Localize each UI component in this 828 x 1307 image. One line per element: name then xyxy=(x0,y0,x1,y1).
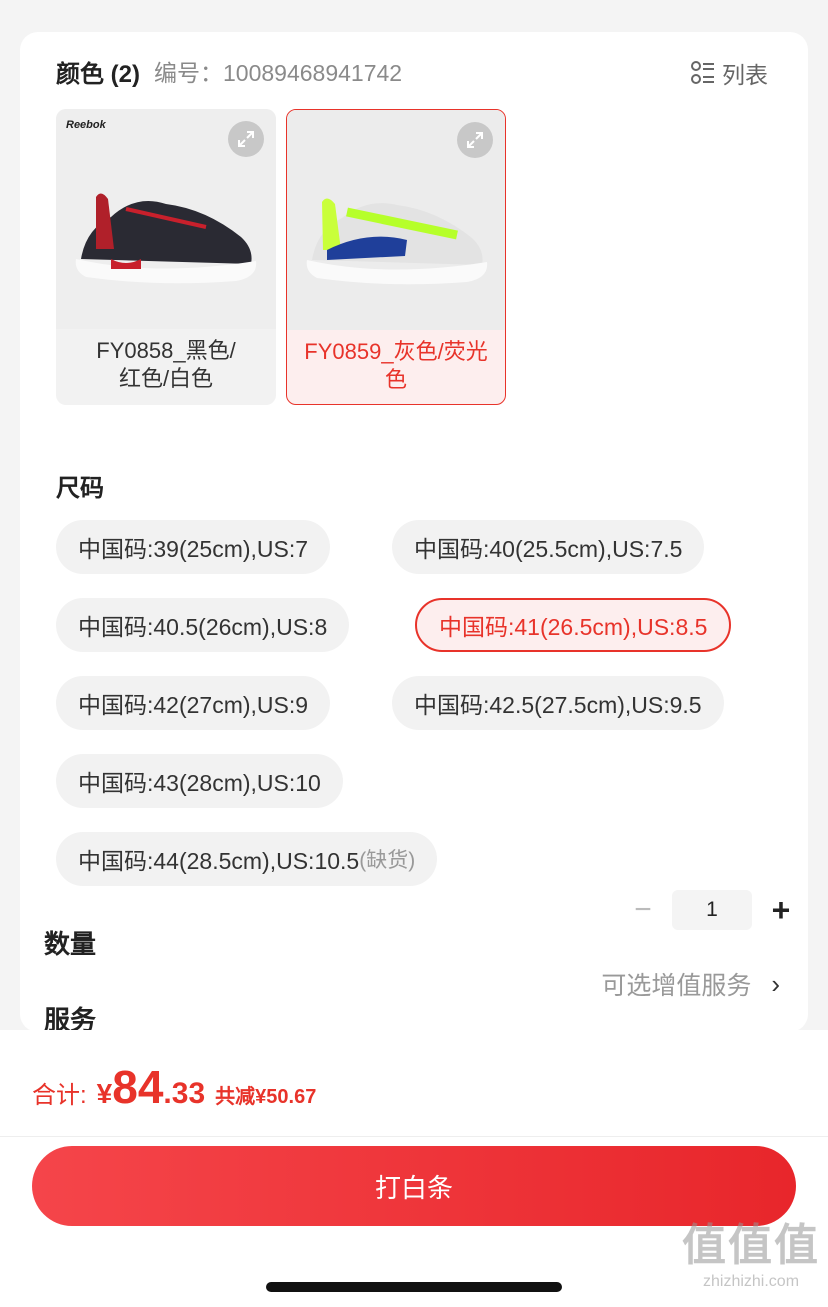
size-option-40[interactable]: 中国码:40(25.5cm),US:7.5 xyxy=(392,520,705,574)
quantity-label: 数量 xyxy=(44,929,97,959)
service-selector[interactable]: 可选增值服务 › xyxy=(601,966,780,1002)
service-value: 可选增值服务 xyxy=(601,972,752,1000)
pay-with-baitiao-button[interactable]: 打白条 xyxy=(32,1146,796,1226)
size-option-40-5[interactable]: 中国码:40.5(26cm),US:8 xyxy=(56,598,350,652)
color-option-label: FY0859_灰色/荧光 色 xyxy=(304,339,488,392)
size-option-42-5[interactable]: 中国码:42.5(27.5cm),US:9.5 xyxy=(392,676,724,730)
increase-quantity-button[interactable]: + xyxy=(766,892,796,929)
discount-text: 共减¥50.67 xyxy=(215,1086,317,1108)
currency-symbol: ¥ xyxy=(96,1078,113,1109)
list-icon xyxy=(691,61,714,84)
color-option-grey-neon[interactable]: FY0859_灰色/荧光 色 xyxy=(286,109,506,405)
quantity-stepper: − 1 + xyxy=(628,890,796,930)
watermark: 值值值 zhizhizhi.com xyxy=(682,1220,820,1292)
price-integer: 84 xyxy=(112,1061,164,1113)
expand-image-button[interactable] xyxy=(228,121,264,157)
size-option-39[interactable]: 中国码:39(25cm),US:7 xyxy=(56,520,331,574)
size-option-41[interactable]: 中国码:41(26.5cm),US:8.5 xyxy=(415,598,732,652)
brand-logo: Reebok xyxy=(66,119,106,131)
product-code: 编号：10089468941742 xyxy=(154,60,403,86)
home-indicator xyxy=(266,1282,562,1292)
total-label: 合计: xyxy=(32,1082,87,1109)
divider xyxy=(0,1136,828,1137)
size-section-title: 尺码 xyxy=(56,475,104,502)
watermark-logo: 值值值 xyxy=(682,1221,820,1270)
size-option-label: 中国码:44(28.5cm),US:10.5 xyxy=(78,848,360,874)
size-option-43[interactable]: 中国码:43(28cm),US:10 xyxy=(56,754,343,808)
out-of-stock-tag: (缺货) xyxy=(359,849,416,872)
color-header: 颜色 (2) 编号：10089468941742 xyxy=(56,56,403,88)
color-option-label: FY0858_黑色/ 红色/白色 xyxy=(96,338,236,391)
watermark-url: zhizhizhi.com xyxy=(702,1273,800,1290)
color-section-title: 颜色 (2) xyxy=(56,60,140,88)
size-option-44[interactable]: 中国码:44(28.5cm),US:10.5 (缺货) xyxy=(56,832,438,886)
list-view-toggle[interactable]: 列表 xyxy=(690,56,768,90)
price-decimal: .33 xyxy=(163,1077,206,1110)
expand-icon xyxy=(238,131,254,147)
size-option-42[interactable]: 中国码:42(27cm),US:9 xyxy=(56,676,331,730)
expand-icon xyxy=(467,132,483,148)
chevron-right-icon: › xyxy=(771,968,780,999)
color-option-black-red-white[interactable]: Reebok FY0858_黑色/ 红色/白色 xyxy=(56,109,276,405)
list-toggle-label: 列表 xyxy=(722,62,768,88)
quantity-value[interactable]: 1 xyxy=(672,890,752,930)
total-price: 合计: ¥ 84 .33 共减¥50.67 xyxy=(32,1060,316,1114)
product-image: Reebok xyxy=(56,109,276,329)
decrease-quantity-button[interactable]: − xyxy=(628,893,658,927)
product-image xyxy=(287,110,505,330)
sku-selector-card: 颜色 (2) 编号：10089468941742 列表 Reebok FY085… xyxy=(20,32,808,1032)
expand-image-button[interactable] xyxy=(457,122,493,158)
